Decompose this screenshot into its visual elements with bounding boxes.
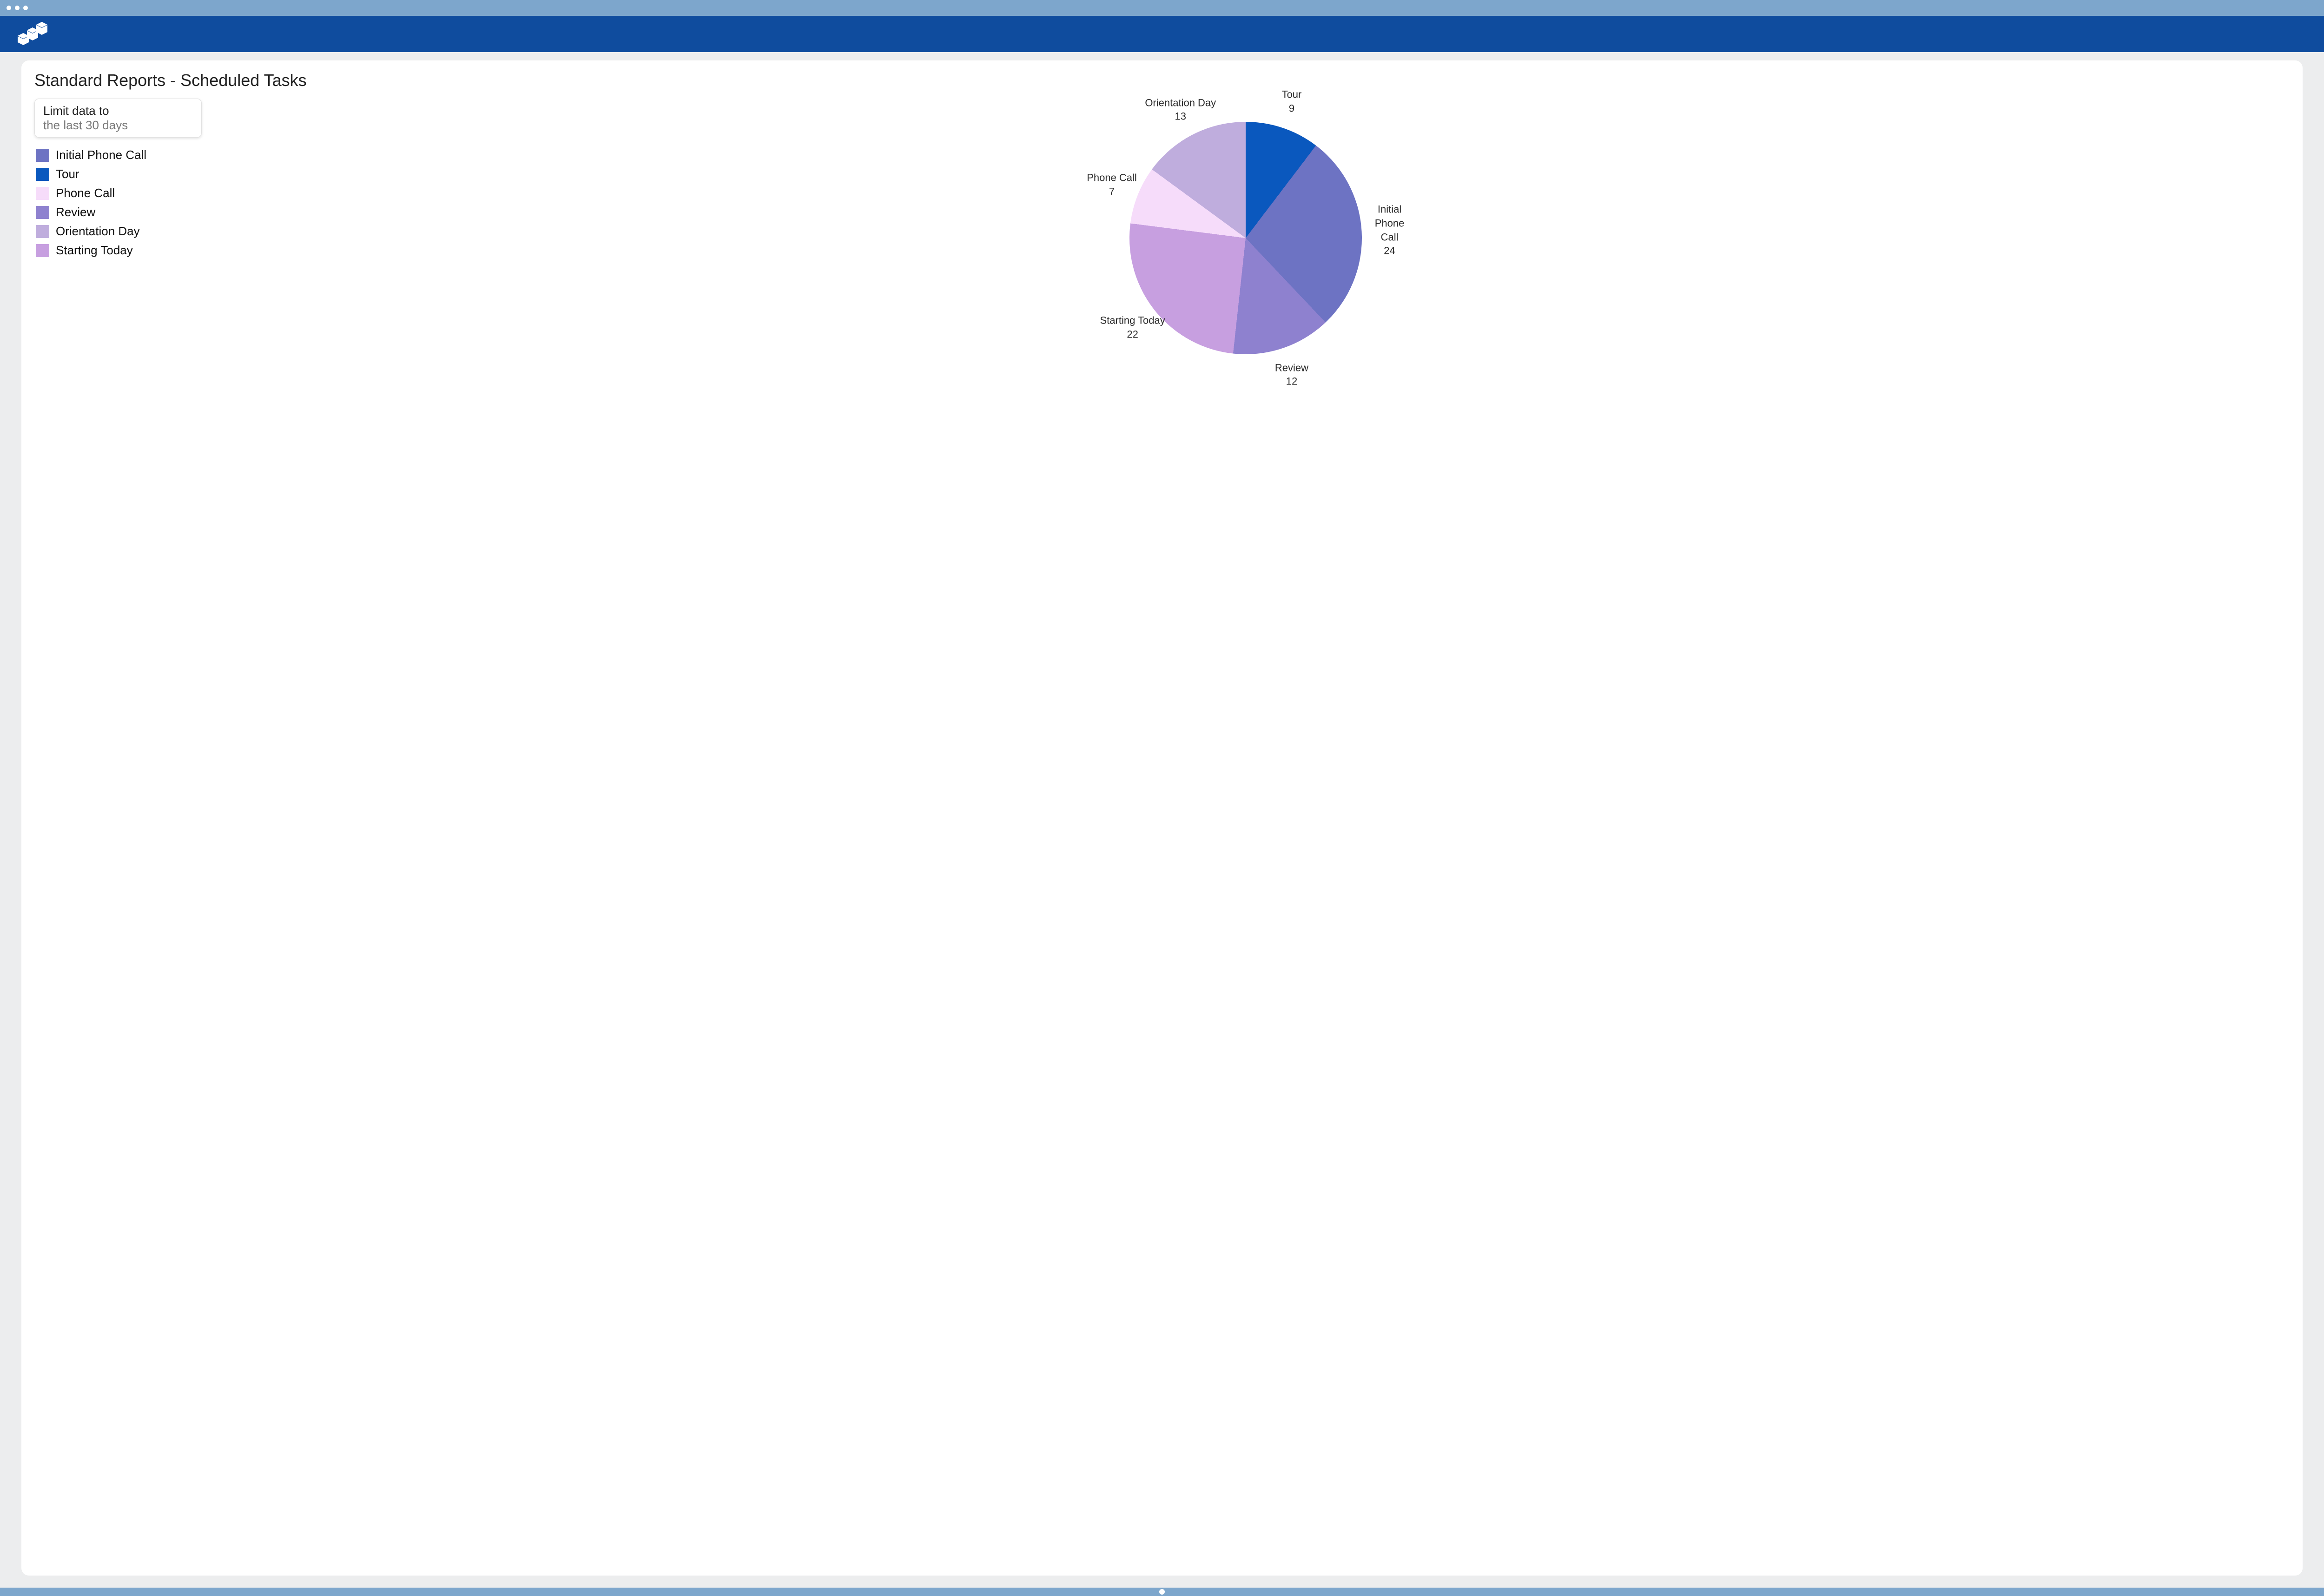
slice-label: Phone Call7 [1087, 171, 1137, 199]
legend-item[interactable]: Phone Call [36, 186, 202, 200]
navbar [0, 16, 2324, 52]
report-card: Standard Reports - Scheduled Tasks Limit… [21, 60, 2303, 1576]
slice-label: Starting Today22 [1100, 313, 1165, 341]
legend-label: Orientation Day [56, 224, 140, 238]
content-area: Standard Reports - Scheduled Tasks Limit… [0, 52, 2324, 1588]
filter-value: the last 30 days [43, 118, 193, 132]
filter-selector[interactable]: Limit data to the last 30 days [34, 99, 202, 138]
legend-label: Review [56, 205, 95, 219]
window-controls [7, 6, 28, 10]
window-dot[interactable] [7, 6, 11, 10]
slice-label: Initial Phone Call24 [1366, 203, 1413, 258]
slice-label: Tour9 [1282, 88, 1302, 115]
bottom-dot [1159, 1589, 1165, 1595]
bottom-bar [0, 1588, 2324, 1596]
window-dot[interactable] [23, 6, 28, 10]
page-title: Standard Reports - Scheduled Tasks [34, 71, 2290, 90]
legend-label: Starting Today [56, 243, 133, 258]
legend-item[interactable]: Starting Today [36, 243, 202, 258]
legend-item[interactable]: Initial Phone Call [36, 148, 202, 162]
legend-swatch [36, 168, 49, 181]
window-dot[interactable] [15, 6, 20, 10]
pie-chart: Tour9Initial Phone Call24Review12Startin… [1055, 99, 1436, 377]
chart-legend: Initial Phone Call Tour Phone Call Review Or… [34, 148, 202, 258]
slice-label: Orientation Day13 [1145, 96, 1216, 123]
legend-item[interactable]: Orientation Day [36, 224, 202, 238]
legend-label: Phone Call [56, 186, 115, 200]
legend-swatch [36, 206, 49, 219]
window-titlebar [0, 0, 2324, 16]
chart-column: Tour9Initial Phone Call24Review12Startin… [202, 99, 2290, 1564]
legend-swatch [36, 149, 49, 162]
legend-item[interactable]: Tour [36, 167, 202, 181]
slice-label: Review12 [1275, 361, 1308, 388]
legend-swatch [36, 225, 49, 238]
legend-swatch [36, 244, 49, 257]
filter-label: Limit data to [43, 104, 193, 118]
logo-icon [14, 21, 51, 47]
sidebar-column: Limit data to the last 30 days Initial P… [34, 99, 202, 1564]
legend-label: Initial Phone Call [56, 148, 146, 162]
legend-item[interactable]: Review [36, 205, 202, 219]
legend-label: Tour [56, 167, 79, 181]
legend-swatch [36, 187, 49, 200]
